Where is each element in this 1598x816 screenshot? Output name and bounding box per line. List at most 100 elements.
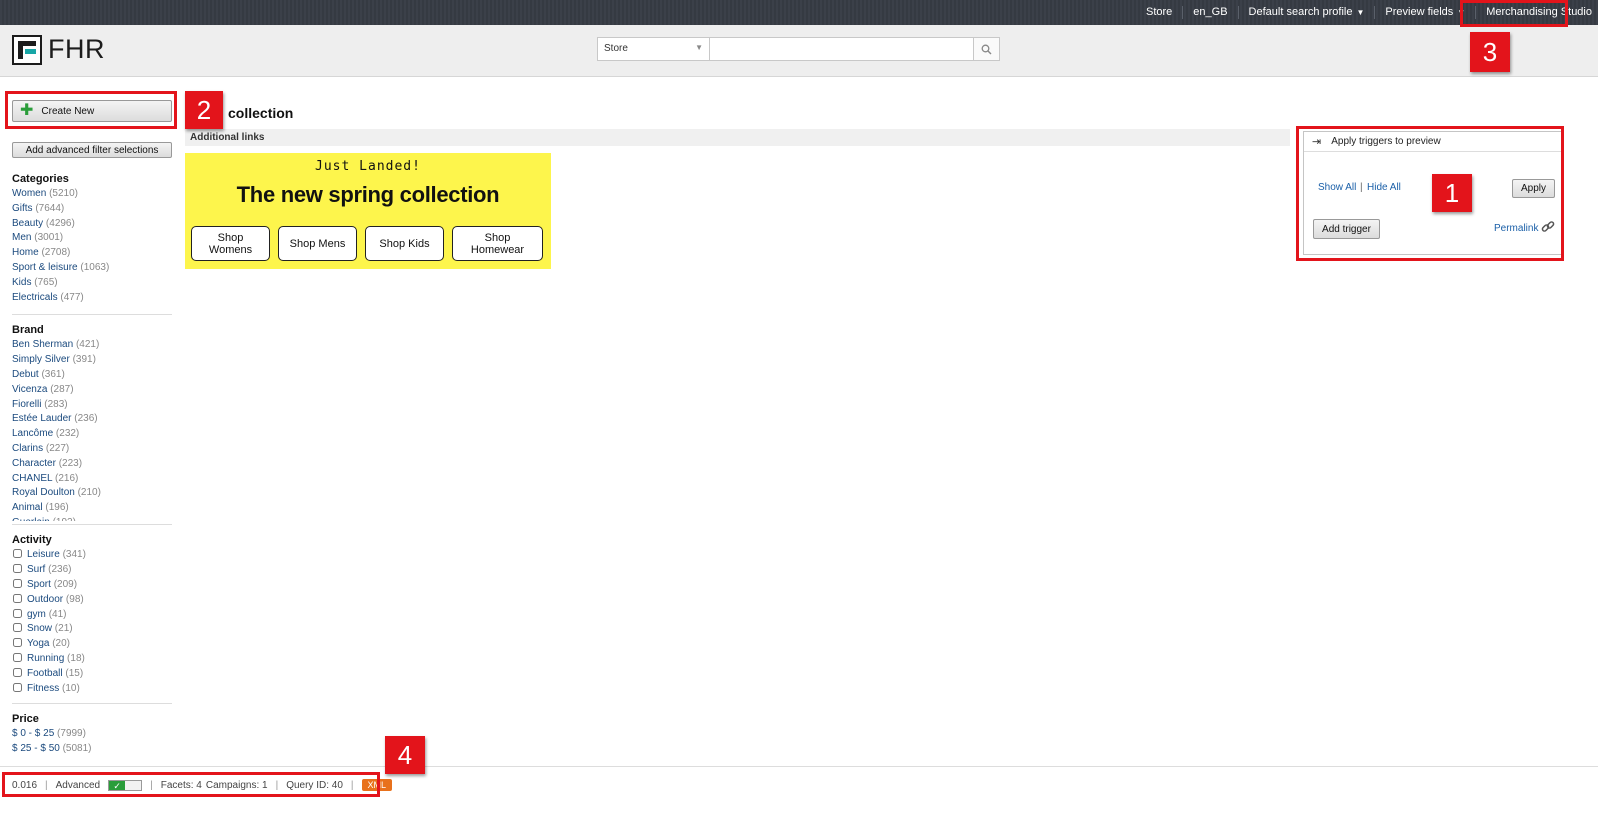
brand-item[interactable]: Ben Sherman (421) bbox=[12, 339, 172, 354]
brand-item[interactable]: Simply Silver (391) bbox=[12, 354, 172, 369]
shop-kids-button[interactable]: Shop Kids bbox=[365, 226, 444, 261]
category-item[interactable]: Kids (765) bbox=[12, 277, 172, 292]
show-all-link[interactable]: Show All bbox=[1318, 182, 1356, 193]
activity-checkbox[interactable] bbox=[13, 638, 22, 648]
mode-label: Advanced bbox=[55, 779, 101, 791]
advanced-toggle[interactable]: ✓ bbox=[108, 779, 143, 791]
activity-label: Yoga bbox=[27, 638, 50, 650]
activity-item[interactable]: Running (18) bbox=[12, 652, 172, 668]
banner-button-row: Shop Womens Shop Mens Shop Kids Shop Hom… bbox=[191, 226, 543, 261]
category-item[interactable]: Home (2708) bbox=[12, 247, 172, 262]
activity-item[interactable]: Sport (209) bbox=[12, 578, 172, 594]
activity-label: Snow bbox=[27, 623, 53, 635]
activity-checkbox[interactable] bbox=[13, 593, 22, 603]
price-count: (5081) bbox=[62, 743, 92, 755]
category-item[interactable]: Gifts (7644) bbox=[12, 203, 172, 218]
divider bbox=[12, 314, 172, 316]
activity-checkbox[interactable] bbox=[13, 549, 22, 559]
brand-item[interactable]: Guerlain (192) bbox=[12, 517, 172, 521]
brand-item[interactable]: CHANEL (216) bbox=[12, 473, 172, 488]
brand-label: Vicenza bbox=[12, 383, 48, 395]
category-item[interactable]: Beauty (4296) bbox=[12, 218, 172, 233]
brand-item[interactable]: Character (223) bbox=[12, 458, 172, 473]
brand-item[interactable]: Royal Doulton (210) bbox=[12, 487, 172, 502]
plus-icon: ✚ bbox=[20, 102, 34, 119]
brand-count: (236) bbox=[74, 413, 98, 425]
activity-checkbox[interactable] bbox=[13, 564, 22, 574]
locale-label: en_GB bbox=[1193, 6, 1228, 18]
activity-item[interactable]: Football (15) bbox=[12, 667, 172, 683]
search-profile-menu[interactable]: Default search profile ▼ bbox=[1239, 6, 1376, 19]
activity-count: (10) bbox=[62, 682, 80, 694]
facet-price: Price $ 0 - $ 25 (7999) $ 25 - $ 50 (5081… bbox=[12, 713, 172, 758]
brand-item[interactable]: Vicenza (287) bbox=[12, 384, 172, 399]
activity-label: Surf bbox=[27, 564, 46, 576]
permalink-link[interactable]: Permalink bbox=[1494, 223, 1538, 234]
activity-checkbox[interactable] bbox=[13, 578, 22, 588]
activity-item[interactable]: Fitness (10) bbox=[12, 682, 172, 698]
hide-all-link[interactable]: Hide All bbox=[1367, 182, 1401, 193]
brand-count: (232) bbox=[55, 428, 80, 440]
preview-fields-menu[interactable]: Preview fields ▼ bbox=[1375, 6, 1477, 19]
collapse-arrow-icon[interactable]: ⇥ bbox=[1312, 135, 1321, 148]
query-id: Query ID: 40 bbox=[286, 779, 343, 791]
create-new-button[interactable]: ✚ Create New bbox=[12, 100, 172, 122]
brand-count: (227) bbox=[45, 442, 70, 454]
brand-item[interactable]: Lancôme (232) bbox=[12, 428, 172, 443]
activity-item[interactable]: gym (41) bbox=[12, 608, 172, 624]
shop-homewear-button[interactable]: Shop Homewear bbox=[452, 226, 543, 261]
brand-count: (391) bbox=[72, 354, 96, 366]
store-menu[interactable]: Store bbox=[1136, 6, 1184, 19]
activity-checkbox[interactable] bbox=[13, 667, 22, 677]
brand-count: (361) bbox=[41, 368, 65, 380]
activity-item[interactable]: Snow (21) bbox=[12, 623, 172, 638]
xml-button[interactable]: XML bbox=[361, 779, 393, 791]
activity-checkbox[interactable] bbox=[13, 608, 22, 618]
category-item[interactable]: Electricals (477) bbox=[12, 292, 172, 307]
logo[interactable]: FHR bbox=[12, 34, 105, 65]
divider bbox=[12, 524, 172, 526]
activity-item[interactable]: Surf (236) bbox=[12, 564, 172, 579]
brand-item[interactable]: Fiorelli (283) bbox=[12, 399, 172, 414]
brand-item[interactable]: Estée Lauder (236) bbox=[12, 413, 172, 428]
banner-kicker: Just Landed! bbox=[315, 159, 421, 174]
shop-mens-button[interactable]: Shop Mens bbox=[278, 226, 357, 261]
facet-list[interactable]: Ben Sherman (421) Simply Silver (391) Debu… bbox=[12, 339, 172, 521]
apply-button[interactable]: Apply bbox=[1512, 179, 1555, 198]
search-input[interactable] bbox=[710, 37, 974, 61]
trigger-panel-header[interactable]: ⇥ Apply triggers to preview bbox=[1304, 132, 1562, 152]
price-item[interactable]: $ 0 - $ 25 (7999) bbox=[12, 728, 172, 743]
activity-checkbox[interactable] bbox=[13, 623, 22, 633]
activity-item[interactable]: Outdoor (98) bbox=[12, 593, 172, 609]
add-advanced-filter-button[interactable]: Add advanced filter selections bbox=[12, 142, 172, 158]
search-button[interactable] bbox=[974, 37, 1000, 61]
brand-item[interactable]: Animal (196) bbox=[12, 502, 172, 517]
price-item[interactable]: $ 25 - $ 50 (5081) bbox=[12, 743, 172, 758]
merchandising-studio-link[interactable]: Merchandising Studio bbox=[1476, 6, 1598, 19]
add-trigger-button[interactable]: Add trigger bbox=[1313, 219, 1380, 239]
create-new-label: Create New bbox=[41, 105, 95, 117]
activity-checkbox[interactable] bbox=[13, 682, 22, 692]
brand-label: Animal bbox=[12, 502, 43, 514]
brand-item[interactable]: Debut (361) bbox=[12, 369, 172, 384]
search-scope-select[interactable]: Store ▼ bbox=[597, 37, 710, 61]
activity-checkbox[interactable] bbox=[13, 652, 22, 662]
activity-item[interactable]: Leisure (341) bbox=[12, 549, 172, 564]
annotation-number-1: 1 bbox=[1432, 174, 1472, 212]
shop-womens-button[interactable]: Shop Womens bbox=[191, 226, 270, 261]
category-label: Beauty bbox=[12, 217, 44, 229]
category-label: Gifts bbox=[12, 202, 33, 214]
category-item[interactable]: Sport & leisure (1063) bbox=[12, 262, 172, 277]
category-item[interactable]: Men (3001) bbox=[12, 232, 172, 247]
category-item[interactable]: Women (5210) bbox=[12, 188, 172, 203]
brand-label: CHANEL bbox=[12, 472, 53, 484]
facets-count: Facets: 4 bbox=[160, 779, 202, 791]
activity-item[interactable]: Yoga (20) bbox=[12, 638, 172, 653]
activity-count: (98) bbox=[65, 593, 84, 605]
chain-link-icon[interactable] bbox=[1541, 220, 1555, 234]
caret-down-icon: ▼ bbox=[695, 43, 703, 52]
locale-menu[interactable]: en_GB bbox=[1183, 6, 1239, 19]
category-count: (2708) bbox=[41, 247, 71, 259]
promo-banner[interactable]: Just Landed! The new spring collection S… bbox=[185, 153, 551, 269]
brand-item[interactable]: Clarins (227) bbox=[12, 443, 172, 458]
